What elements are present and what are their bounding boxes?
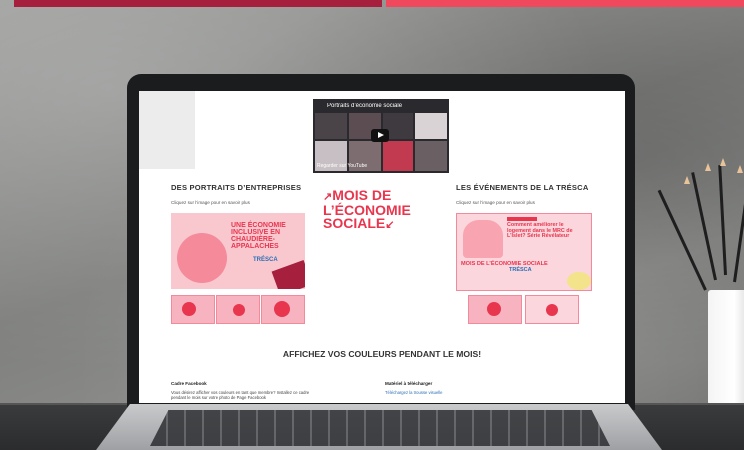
thumbnail-figure [546, 304, 558, 316]
tresca-logo: TRÉSCA [509, 267, 532, 273]
pencil-tip [720, 158, 726, 166]
event-tag [507, 217, 537, 221]
facebook-frame-text: Vous désirez afficher vos couleurs en ta… [171, 390, 310, 400]
decorative-corner [567, 272, 591, 290]
left-section-title: DES PORTRAITS D’ENTREPRISES [171, 183, 302, 192]
video-title: Portraits d’économie sociale [327, 103, 403, 109]
download-material-title: Matériel à télécharger [385, 381, 433, 386]
top-accent-bar-left [14, 0, 382, 7]
right-section-title: LES ÉVÉNEMENTS DE LA TRÉSCA [456, 183, 589, 192]
download-kit-link[interactable]: Téléchargez la trousse visuelle [385, 390, 443, 395]
thumbnail-figure [182, 302, 196, 316]
portrait-thumbnail[interactable] [216, 295, 260, 324]
top-accent-bar-right [386, 0, 744, 7]
youtube-watch-label[interactable]: Regarder sur YouTube [317, 163, 367, 169]
thumbnail-figure [233, 304, 245, 316]
pencil-tip [737, 165, 743, 173]
play-button[interactable] [371, 129, 389, 142]
laptop-keyboard [150, 410, 610, 446]
portrait-promo-image[interactable]: UNE ÉCONOMIE INCLUSIVE EN CHAUDIÈRE-APPA… [171, 213, 305, 289]
portrait-thumbnail[interactable] [261, 295, 305, 324]
right-section-subtitle: Cliquez sur l’image pour en savoir plus [456, 200, 535, 205]
campaign-line-3: SOCIALE↙ [323, 215, 395, 231]
portrait-thumbnail[interactable] [171, 295, 215, 324]
arrow-down-left-icon: ↙ [385, 219, 395, 231]
event-thumbnail[interactable] [525, 295, 579, 324]
video-participant-tile [383, 141, 413, 171]
thumbnail-figure [274, 301, 290, 317]
campaign-logo: ↗MOIS DE L’ÉCONOMIE SOCIALE↙ [323, 188, 445, 235]
placeholder-panel [139, 91, 195, 169]
thumbnail-figure [487, 302, 501, 316]
event-promo-image[interactable]: Comment améliorer le logement dans le MR… [456, 213, 592, 291]
video-participant-tile [415, 141, 447, 171]
video-participant-tile [415, 113, 447, 139]
event-mini-logo: MOIS DE L’ÉCONOMIE SOCIALE [461, 261, 548, 267]
event-thumbnail[interactable] [468, 295, 522, 324]
tresca-logo: TRÉSCA [253, 257, 278, 263]
facebook-frame-title: Cadre Facebook [171, 381, 207, 386]
pencil-tip [684, 176, 690, 184]
laptop-screen: Portraits d’économie sociale Regarder su… [139, 91, 625, 403]
decorative-corner [271, 259, 305, 289]
video-player[interactable]: Portraits d’économie sociale Regarder su… [313, 99, 449, 173]
illustration-figures [463, 220, 503, 258]
promo-headline: UNE ÉCONOMIE INCLUSIVE EN CHAUDIÈRE-APPA… [231, 222, 286, 250]
pencil-cup-body [708, 290, 744, 405]
event-headline: Comment améliorer le logement dans le MR… [507, 222, 573, 240]
illustration-figures [177, 233, 227, 283]
pencil-tip [705, 163, 711, 171]
video-participant-tile [315, 113, 347, 139]
colors-heading: AFFICHEZ VOS COULEURS PENDANT LE MOIS! [282, 349, 482, 359]
left-section-subtitle: Cliquez sur l’image pour en savoir plus [171, 200, 250, 205]
